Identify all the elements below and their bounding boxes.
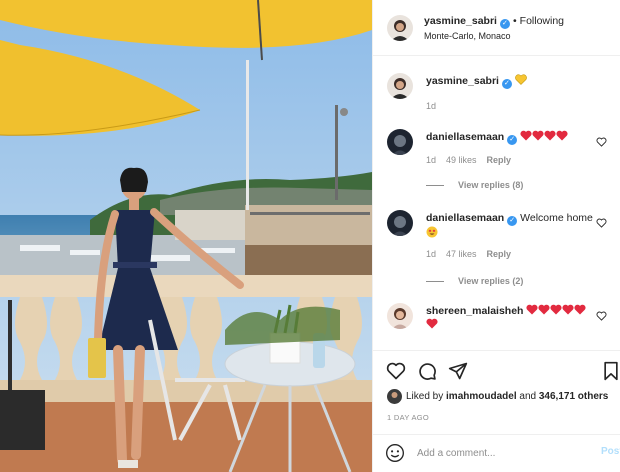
commenter-username[interactable]: shereen_malaisheh <box>426 305 523 317</box>
red-heart-icon <box>526 304 538 315</box>
caption-time[interactable]: 1d <box>426 101 436 111</box>
red-heart-icon <box>550 304 562 315</box>
commenter-username[interactable]: daniellasemaan <box>426 212 504 224</box>
commenter-avatar[interactable] <box>387 129 413 155</box>
post-image <box>0 0 372 472</box>
divider-line <box>426 185 444 187</box>
add-comment-row: Post <box>373 434 620 471</box>
yellow-heart-icon <box>515 74 527 85</box>
verified-icon: ✓ <box>507 216 518 226</box>
liked-by: Liked by imahmoudadel and 346,171 others <box>387 389 608 404</box>
post-header: yasmine_sabri ✓ • Following Monte-Carlo, Mo… <box>373 0 620 56</box>
author-username[interactable]: yasmine_sabri <box>424 15 497 27</box>
post-photo[interactable] <box>0 0 372 472</box>
red-heart-icon <box>532 130 544 141</box>
red-heart-icon <box>426 318 438 329</box>
comment-likes[interactable]: 49 likes <box>446 155 477 165</box>
view-replies-label: View replies (2) <box>458 276 524 286</box>
verified-icon: ✓ <box>501 79 512 89</box>
share-icon[interactable] <box>448 361 468 381</box>
caption-username[interactable]: yasmine_sabri <box>426 75 499 87</box>
likes-count[interactable]: 346,171 others <box>539 391 609 402</box>
heart-eyes-emoji-icon <box>426 226 438 238</box>
comment-input[interactable] <box>417 444 587 462</box>
view-replies-button[interactable]: View replies (8) <box>426 180 523 190</box>
liked-by-user[interactable]: imahmoudadel <box>446 391 517 402</box>
commenter-username[interactable]: daniellasemaan <box>426 131 504 143</box>
verified-icon: ✓ <box>507 135 518 145</box>
liked-by-prefix: Liked by <box>406 391 444 403</box>
emoji-icon[interactable] <box>385 443 405 463</box>
post-location[interactable]: Monte-Carlo, Monaco <box>424 31 511 41</box>
post-sidebar: yasmine_sabri ✓ • Following Monte-Carlo, Mo… <box>372 0 620 472</box>
verified-icon: ✓ <box>499 19 510 29</box>
following-button[interactable]: Following <box>520 15 564 27</box>
red-heart-icon <box>562 304 574 315</box>
post-comment-button[interactable]: Post <box>601 446 620 457</box>
comments-list[interactable]: yasmine_sabri ✓ 1d daniellasemaan ✓ 1d 49 l… <box>373 57 620 350</box>
post-time[interactable]: 1 DAY AGO <box>387 413 429 422</box>
commenter-avatar[interactable] <box>387 303 413 329</box>
divider-line <box>426 281 444 283</box>
comment-time[interactable]: 1d <box>426 249 436 259</box>
liker-avatar[interactable] <box>387 389 402 404</box>
heart-icon[interactable] <box>386 361 406 381</box>
separator-dot: • <box>512 15 517 27</box>
comment-icon[interactable] <box>417 361 437 381</box>
red-heart-icon <box>538 304 550 315</box>
reply-button[interactable]: Reply <box>487 155 512 165</box>
like-comment-icon[interactable] <box>596 218 607 228</box>
comment-text: Welcome home <box>520 212 593 224</box>
red-heart-icon <box>544 130 556 141</box>
like-comment-icon[interactable] <box>596 311 607 321</box>
post-actions: Liked by imahmoudadel and 346,171 others… <box>373 350 620 470</box>
view-replies-button[interactable]: View replies (2) <box>426 276 523 286</box>
author-avatar[interactable] <box>387 15 413 41</box>
red-heart-icon <box>556 130 568 141</box>
comment-time[interactable]: 1d <box>426 155 436 165</box>
reply-button[interactable]: Reply <box>487 249 512 259</box>
commenter-avatar[interactable] <box>387 210 413 236</box>
bookmark-icon[interactable] <box>601 361 620 381</box>
red-heart-icon <box>574 304 586 315</box>
comment-likes[interactable]: 47 likes <box>446 249 477 259</box>
like-comment-icon[interactable] <box>596 137 607 147</box>
view-replies-label: View replies (8) <box>458 180 524 190</box>
author-avatar[interactable] <box>387 73 413 99</box>
red-heart-icon <box>520 130 532 141</box>
comment-emoji <box>520 130 568 143</box>
liked-by-and: and <box>519 391 537 403</box>
